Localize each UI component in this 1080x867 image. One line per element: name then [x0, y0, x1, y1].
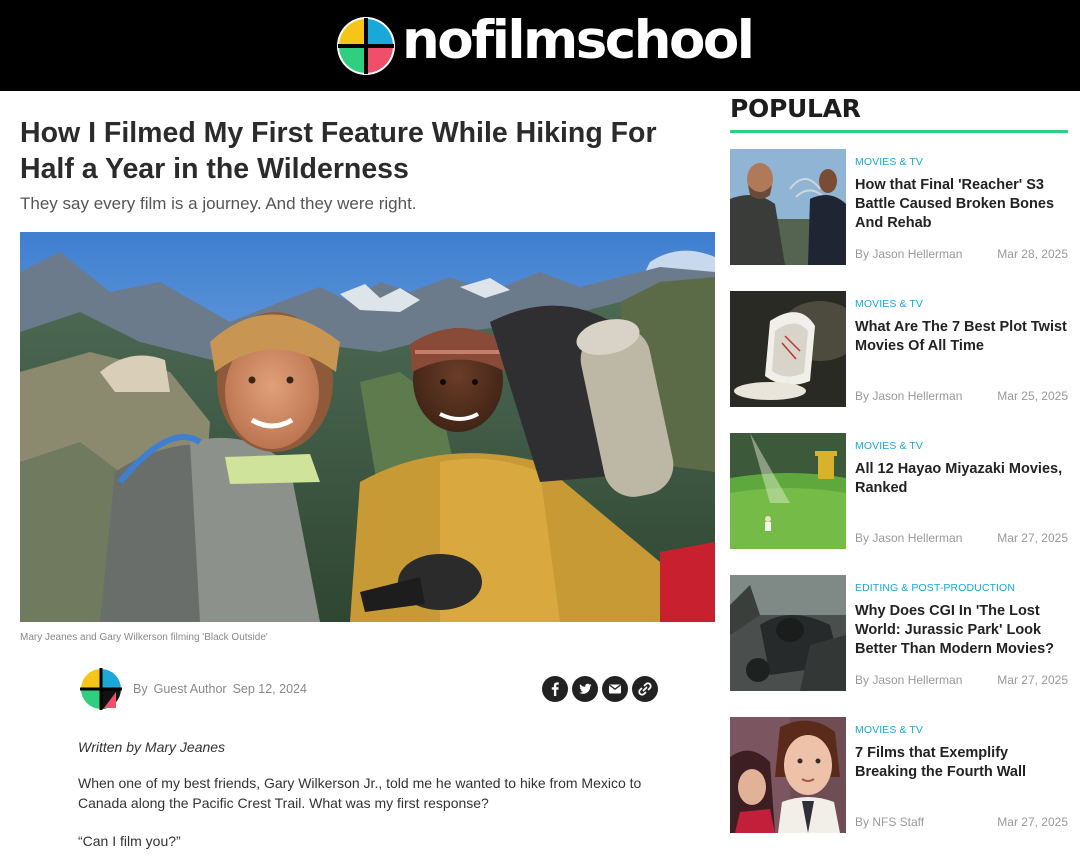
share-twitter-button[interactable]	[572, 676, 598, 702]
popular-item[interactable]: MOVIES & TV How that Final 'Reacher' S3 …	[730, 149, 1068, 265]
popular-author: By Jason Hellerman	[855, 531, 963, 545]
popular-item[interactable]: EDITING & POST-PRODUCTION Why Does CGI I…	[730, 575, 1068, 691]
popular-date: Mar 27, 2025	[997, 531, 1068, 545]
hero-image	[20, 232, 715, 622]
popular-author: By NFS Staff	[855, 815, 925, 829]
share-email-button[interactable]	[602, 676, 628, 702]
twitter-icon	[579, 683, 592, 694]
byline-text: By Guest Author Sep 12, 2024	[133, 682, 313, 696]
thumbnail-image	[730, 717, 846, 833]
thumbnail-image	[730, 291, 846, 407]
popular-title[interactable]: Why Does CGI In 'The Lost World: Jurassi…	[855, 602, 1068, 659]
popular-author: By Jason Hellerman	[855, 247, 963, 261]
popular-thumbnail[interactable]	[730, 433, 846, 549]
byline-date: Sep 12, 2024	[232, 682, 307, 696]
article-subhead: They say every film is a journey. And th…	[20, 194, 417, 213]
article-headline: How I Filmed My First Feature While Hiki…	[20, 117, 657, 185]
share-link-button[interactable]	[632, 676, 658, 702]
share-facebook-button[interactable]	[542, 676, 568, 702]
popular-thumbnail[interactable]	[730, 149, 846, 265]
byline-author[interactable]: Guest Author	[154, 682, 227, 696]
thumbnail-image	[730, 433, 846, 549]
image-caption: Mary Jeanes and Gary Wilkerson filming '…	[20, 632, 268, 643]
hero-photo	[20, 232, 715, 622]
link-icon	[638, 682, 652, 696]
popular-date: Mar 25, 2025	[997, 389, 1068, 403]
popular-category[interactable]: MOVIES & TV	[855, 298, 923, 310]
popular-author: By Jason Hellerman	[855, 389, 963, 403]
popular-item[interactable]: MOVIES & TV What Are The 7 Best Plot Twi…	[730, 291, 1068, 407]
site-logo[interactable]: nofilmschool	[402, 8, 755, 74]
logo-mark-icon[interactable]	[336, 16, 396, 76]
popular-date: Mar 28, 2025	[997, 247, 1068, 261]
popular-divider	[730, 130, 1068, 133]
popular-title[interactable]: All 12 Hayao Miyazaki Movies, Ranked	[855, 460, 1068, 498]
popular-category[interactable]: MOVIES & TV	[855, 440, 923, 452]
popular-author: By Jason Hellerman	[855, 673, 963, 687]
thumbnail-image	[730, 575, 846, 691]
popular-date: Mar 27, 2025	[997, 673, 1068, 687]
byline-prefix: By	[133, 682, 148, 696]
author-avatar[interactable]	[78, 666, 124, 712]
facebook-icon	[551, 682, 559, 696]
article-paragraph: “Can I film you?”	[78, 833, 181, 849]
article-paragraph: When one of my best friends, Gary Wilker…	[78, 775, 642, 811]
popular-thumbnail[interactable]	[730, 717, 846, 833]
written-by: Written by Mary Jeanes	[78, 739, 226, 755]
popular-category[interactable]: MOVIES & TV	[855, 724, 923, 736]
thumbnail-image	[730, 149, 846, 265]
popular-title[interactable]: 7 Films that Exemplify Breaking the Four…	[855, 744, 1068, 782]
site-header: nofilmschool	[0, 0, 1080, 91]
popular-title[interactable]: How that Final 'Reacher' S3 Battle Cause…	[855, 176, 1068, 233]
popular-date: Mar 27, 2025	[997, 815, 1068, 829]
popular-thumbnail[interactable]	[730, 291, 846, 407]
byline: By Guest Author Sep 12, 2024	[78, 666, 658, 712]
popular-category[interactable]: MOVIES & TV	[855, 156, 923, 168]
email-icon	[609, 684, 621, 694]
popular-heading: POPULAR	[730, 94, 861, 123]
popular-thumbnail[interactable]	[730, 575, 846, 691]
popular-category[interactable]: EDITING & POST-PRODUCTION	[855, 582, 1015, 594]
popular-item[interactable]: MOVIES & TV All 12 Hayao Miyazaki Movies…	[730, 433, 1068, 549]
popular-title[interactable]: What Are The 7 Best Plot Twist Movies Of…	[855, 318, 1068, 356]
popular-item[interactable]: MOVIES & TV 7 Films that Exemplify Break…	[730, 717, 1068, 833]
